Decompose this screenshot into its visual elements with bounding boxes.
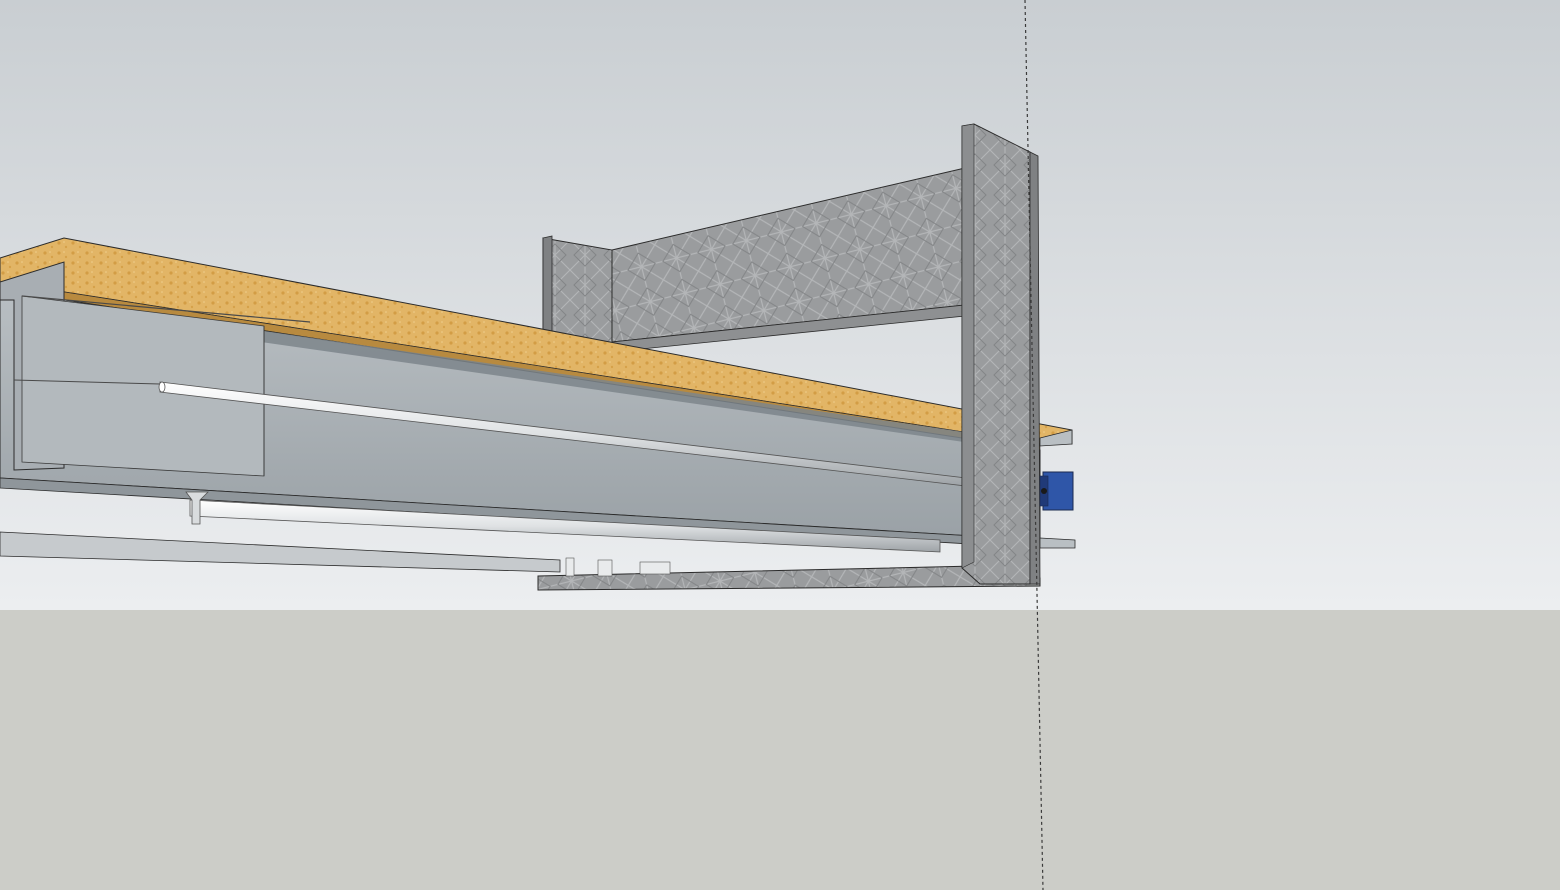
- stepper-motor-shaft: [1041, 488, 1047, 494]
- steel-beam-end-inner: [21, 295, 265, 477]
- foot-spacer-2: [597, 559, 613, 577]
- 3d-scene[interactable]: [0, 0, 1560, 890]
- gantry-upright-side: [1029, 151, 1041, 585]
- modeling-viewport[interactable]: [0, 0, 1560, 890]
- gantry-left-post-side: [542, 235, 553, 341]
- gantry-upright-edge: [961, 123, 975, 569]
- right-flange-bottom: [1039, 537, 1076, 549]
- linear-rod-end: [158, 381, 166, 393]
- foot-spacer-3: [639, 561, 671, 575]
- foot-spacer-1: [565, 557, 575, 577]
- ground-plane: [0, 610, 1560, 890]
